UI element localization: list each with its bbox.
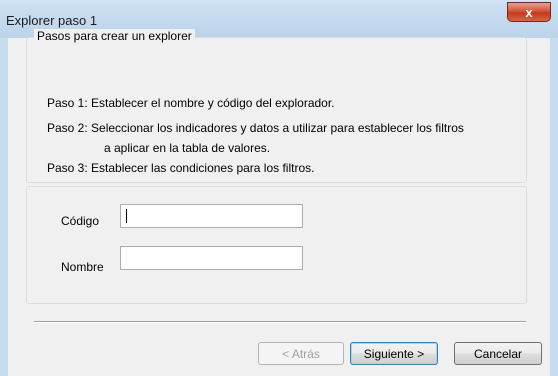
step-1-text: Paso 1: Establecer el nombre y código de… bbox=[47, 96, 335, 110]
close-icon: x bbox=[525, 4, 533, 20]
codigo-label: Código bbox=[61, 214, 100, 228]
step-2-text-continued: a aplicar en la tabla de valores. bbox=[104, 141, 271, 155]
cancel-button[interactable]: Cancelar bbox=[454, 342, 542, 365]
close-button[interactable]: x bbox=[507, 2, 551, 22]
window-title: Explorer paso 1 bbox=[6, 13, 98, 28]
nombre-label: Nombre bbox=[61, 260, 104, 274]
codigo-input[interactable] bbox=[120, 204, 303, 228]
next-button[interactable]: Siguiente > bbox=[350, 342, 438, 365]
step-3-text: Paso 3: Establecer las condiciones para … bbox=[47, 161, 315, 175]
footer-separator bbox=[34, 321, 526, 323]
text-caret bbox=[126, 209, 127, 223]
nombre-input[interactable] bbox=[120, 246, 303, 270]
steps-groupbox-legend: Pasos para crear un explorer bbox=[34, 29, 195, 43]
back-button[interactable]: < Atrás bbox=[258, 342, 344, 365]
step-2-text: Paso 2: Seleccionar los indicadores y da… bbox=[47, 121, 464, 135]
